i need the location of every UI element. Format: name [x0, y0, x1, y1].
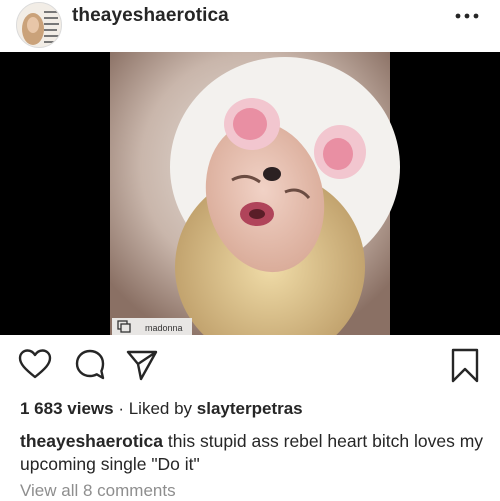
- post-header: theayeshaerotica: [0, 0, 500, 52]
- comment-bubble-icon[interactable]: [74, 348, 106, 387]
- post-stats: 1 683 views · Liked by slayterpetras: [20, 399, 303, 419]
- caption-username[interactable]: theayeshaerotica: [20, 431, 163, 451]
- heart-outline-icon[interactable]: [18, 348, 52, 385]
- video-frame: madonna: [110, 52, 400, 335]
- liked-by-prefix: Liked by: [128, 399, 193, 418]
- post-caption: theayeshaerotica this stupid ass rebel h…: [20, 430, 490, 476]
- post-username[interactable]: theayeshaerotica: [72, 5, 229, 27]
- post-video[interactable]: madonna: [0, 52, 500, 335]
- action-bar: [0, 345, 500, 391]
- view-comments-link[interactable]: View all 8 comments: [20, 481, 176, 501]
- paper-plane-icon[interactable]: [125, 348, 159, 387]
- liked-by-user[interactable]: slayterpetras: [197, 399, 303, 418]
- stats-separator: ·: [118, 399, 124, 418]
- avatar-image: [17, 3, 61, 47]
- bookmark-outline-icon[interactable]: [450, 348, 480, 389]
- profile-avatar[interactable]: [16, 2, 62, 48]
- watermark-label: madonna: [145, 323, 183, 333]
- more-horizontal-icon[interactable]: [452, 6, 482, 26]
- view-count[interactable]: 1 683 views: [20, 399, 114, 418]
